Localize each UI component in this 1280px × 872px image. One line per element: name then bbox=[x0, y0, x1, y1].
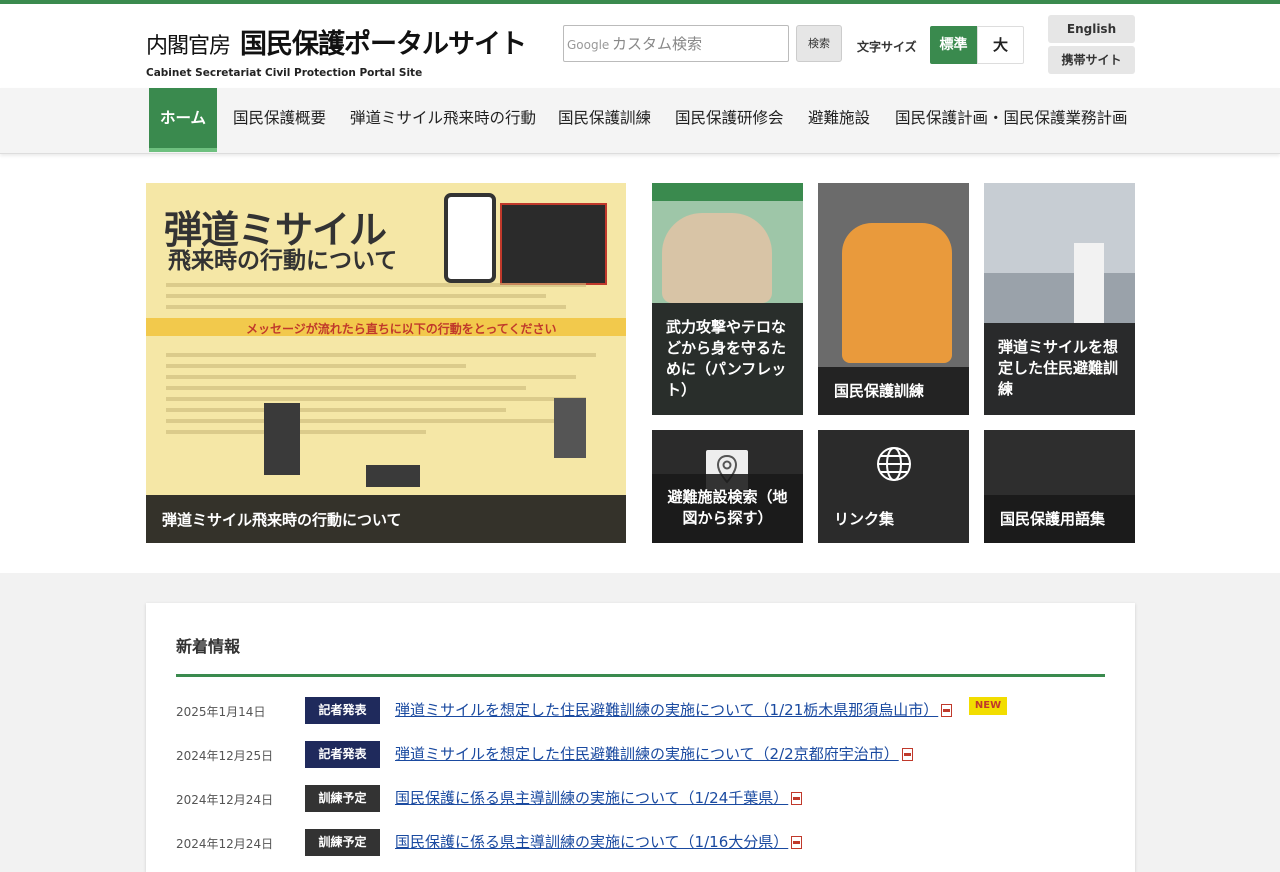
hero-banner[interactable]: 弾道ミサイル 飛来時の行動について メッセージが流れたら直ちに以下の行動をとって… bbox=[146, 183, 626, 543]
news-title-rule bbox=[176, 674, 1105, 677]
tile-glossary-caption: 国民保護用語集 bbox=[984, 495, 1135, 543]
pdf-icon bbox=[791, 792, 803, 805]
news-date: 2025年1月14日 bbox=[176, 705, 266, 719]
site-subtitle: Cabinet Secretariat Civil Protection Por… bbox=[146, 67, 423, 79]
news-link[interactable]: 国民保護に係る県主導訓練の実施について（1/24千葉県） bbox=[395, 787, 803, 808]
nav-item-overview[interactable]: 国民保護概要 bbox=[233, 88, 326, 152]
search-button[interactable]: 検索 bbox=[796, 25, 842, 62]
station-photo bbox=[984, 183, 1135, 273]
nav-item-missile-action[interactable]: 弾道ミサイル飛来時の行動 bbox=[350, 88, 536, 152]
window-illustration bbox=[554, 398, 586, 458]
alert-screen-illustration bbox=[500, 203, 607, 285]
hero-text-lines bbox=[166, 283, 606, 316]
main-nav: ホーム 国民保護概要 弾道ミサイル飛来時の行動 国民保護訓練 国民保護研修会 避… bbox=[0, 88, 1280, 154]
news-row: 2024年12月24日 訓練予定 国民保護に係る県主導訓練の実施について（1/1… bbox=[176, 829, 1105, 857]
mobile-site-button[interactable]: 携帯サイト bbox=[1048, 46, 1135, 74]
hazmat-photo bbox=[842, 223, 952, 363]
nav-item-plans[interactable]: 国民保護計画・国民保護業務計画 bbox=[895, 88, 1128, 152]
site-header: 内閣官房 国民保護ポータルサイト Cabinet Secretariat Civi… bbox=[0, 4, 1280, 88]
tile-links[interactable]: リンク集 bbox=[818, 430, 969, 543]
hero-subheading: 飛来時の行動について bbox=[168, 248, 398, 274]
news-date: 2024年12月24日 bbox=[176, 837, 274, 851]
english-button[interactable]: English bbox=[1048, 15, 1135, 43]
pdf-icon bbox=[791, 836, 803, 849]
phone-illustration bbox=[444, 193, 496, 283]
site-logo[interactable]: 内閣官房 国民保護ポータルサイト Cabinet Secretariat Civi… bbox=[146, 22, 527, 79]
font-size-large-button[interactable]: 大 bbox=[977, 26, 1024, 64]
tile-pamphlet-caption: 武力攻撃やテロなどから身を守るために（パンフレット） bbox=[652, 303, 803, 415]
font-size-normal-button[interactable]: 標準 bbox=[930, 26, 977, 64]
search-box: Google bbox=[563, 25, 789, 62]
nav-item-training[interactable]: 国民保護訓練 bbox=[558, 88, 651, 152]
pdf-icon bbox=[901, 748, 913, 761]
nav-item-seminar[interactable]: 国民保護研修会 bbox=[675, 88, 784, 152]
new-badge: NEW bbox=[969, 697, 1007, 715]
tile-shelter-search[interactable]: 避難施設検索（地図から探す） bbox=[652, 430, 803, 543]
news-date: 2024年12月24日 bbox=[176, 793, 274, 807]
search-input[interactable] bbox=[612, 32, 782, 56]
globe-icon bbox=[876, 446, 911, 481]
news-category-badge: 記者発表 bbox=[305, 697, 380, 724]
building-illustration bbox=[264, 403, 300, 475]
news-row: 2024年12月24日 訓練予定 国民保護に係る県主導訓練の実施について（1/2… bbox=[176, 785, 1105, 813]
family-photo bbox=[662, 213, 772, 303]
tile-shelter-search-caption: 避難施設検索（地図から探す） bbox=[652, 474, 803, 543]
news-category-badge: 記者発表 bbox=[305, 741, 380, 768]
tile-pamphlet[interactable]: 武力攻撃やテロなどから身を守るために（パンフレット） bbox=[652, 183, 803, 415]
bench-illustration bbox=[366, 465, 420, 487]
news-row: 2025年1月14日 記者発表 弾道ミサイルを想定した住民避難訓練の実施について… bbox=[176, 697, 1105, 725]
google-label: Google bbox=[567, 38, 610, 52]
pdf-icon bbox=[941, 704, 953, 717]
hero-warning-text: メッセージが流れたら直ちに以下の行動をとってください bbox=[246, 322, 557, 336]
nav-item-shelters[interactable]: 避難施設 bbox=[808, 88, 870, 152]
nav-item-home[interactable]: ホーム bbox=[149, 88, 217, 152]
news-category-badge: 訓練予定 bbox=[305, 829, 380, 856]
news-link[interactable]: 弾道ミサイルを想定した住民避難訓練の実施について（1/21栃木県那須烏山市） bbox=[395, 699, 953, 720]
news-date: 2024年12月25日 bbox=[176, 749, 274, 763]
person-photo bbox=[1074, 243, 1104, 323]
tile-links-caption: リンク集 bbox=[818, 495, 969, 543]
news-title: 新着情報 bbox=[176, 637, 241, 656]
news-link[interactable]: 国民保護に係る県主導訓練の実施について（1/16大分県） bbox=[395, 831, 803, 852]
news-link[interactable]: 弾道ミサイルを想定した住民避難訓練の実施について（2/2京都府宇治市） bbox=[395, 743, 913, 764]
news-panel: 新着情報 2025年1月14日 記者発表 弾道ミサイルを想定した住民避難訓練の実… bbox=[146, 603, 1135, 872]
tile-evacuation-drill[interactable]: 弾道ミサイルを想定した住民避難訓練 bbox=[984, 183, 1135, 415]
hero-caption: 弾道ミサイル飛来時の行動について bbox=[146, 495, 626, 543]
tile-evacuation-drill-caption: 弾道ミサイルを想定した住民避難訓練 bbox=[984, 323, 1135, 415]
font-size-label: 文字サイズ bbox=[857, 40, 917, 54]
news-category-badge: 訓練予定 bbox=[305, 785, 380, 812]
pamphlet-top-band bbox=[652, 183, 803, 201]
site-title: 国民保護ポータルサイト bbox=[240, 29, 527, 60]
news-row: 2024年12月25日 記者発表 弾道ミサイルを想定した住民避難訓練の実施につい… bbox=[176, 741, 1105, 769]
hero-body-lines bbox=[166, 353, 606, 441]
tile-training-caption: 国民保護訓練 bbox=[818, 367, 969, 415]
org-name: 内閣官房 bbox=[146, 34, 231, 59]
tile-glossary[interactable]: 国民保護用語集 bbox=[984, 430, 1135, 543]
tile-training[interactable]: 国民保護訓練 bbox=[818, 183, 969, 415]
